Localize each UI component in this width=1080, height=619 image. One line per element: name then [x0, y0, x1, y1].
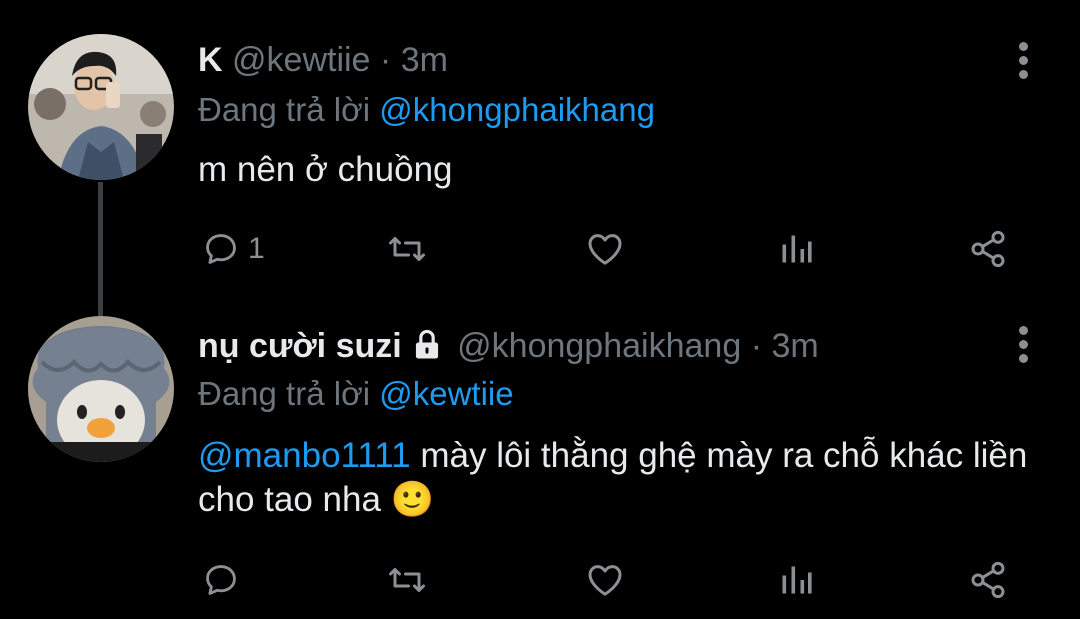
- separator: ·: [750, 327, 763, 365]
- analytics-icon: [782, 235, 812, 263]
- tweet-text: m nên ở chuồng: [198, 150, 453, 189]
- display-name[interactable]: nụ cười suzi: [198, 327, 402, 365]
- like-button[interactable]: [584, 224, 626, 274]
- share-button[interactable]: [968, 555, 1008, 605]
- smile-emoji: 🙂: [390, 480, 435, 519]
- action-bar: [198, 555, 1028, 605]
- reply-button[interactable]: [202, 555, 248, 605]
- retweet-icon: [389, 568, 425, 592]
- display-name[interactable]: K: [198, 41, 223, 79]
- analytics-button[interactable]: [778, 224, 814, 274]
- replying-to: Đang trả lời @khongphaikhang: [198, 90, 655, 130]
- share-icon: [971, 561, 1005, 599]
- reply-icon: [206, 234, 236, 264]
- analytics-button[interactable]: [778, 555, 814, 605]
- separator: ·: [379, 41, 392, 79]
- reply-button[interactable]: 1: [202, 224, 265, 274]
- replying-prefix: Đang trả lời: [198, 375, 371, 412]
- profile-photo: [28, 34, 174, 180]
- tweet-2[interactable]: nụ cười suzi @khongphaikhang · 3m Đang t…: [0, 300, 1080, 619]
- like-button[interactable]: [584, 555, 626, 605]
- username[interactable]: @kewtiie: [232, 41, 370, 79]
- heart-icon: [588, 565, 622, 596]
- avatar[interactable]: [28, 316, 174, 462]
- retweet-icon: [389, 237, 425, 261]
- action-bar: 1: [198, 224, 1028, 274]
- profile-photo: [28, 316, 174, 462]
- reply-icon: [206, 565, 236, 595]
- retweet-button[interactable]: [386, 555, 428, 605]
- thread-line: [98, 182, 103, 318]
- tweet-text: @manbo1111 mày lôi thằng ghệ mày ra chỗ …: [198, 434, 1038, 522]
- more-options-icon[interactable]: [1016, 326, 1030, 368]
- more-options-icon[interactable]: [1016, 42, 1030, 84]
- heart-icon: [588, 234, 622, 265]
- retweet-button[interactable]: [386, 224, 428, 274]
- lock-icon: [412, 329, 442, 370]
- replying-to: Đang trả lời @kewtiie: [198, 374, 514, 414]
- tweet-header: nụ cười suzi @khongphaikhang · 3m: [198, 326, 819, 370]
- share-button[interactable]: [968, 224, 1008, 274]
- mention-link[interactable]: @manbo1111: [198, 436, 411, 475]
- timestamp[interactable]: 3m: [401, 41, 448, 79]
- timestamp[interactable]: 3m: [771, 327, 818, 365]
- share-icon: [971, 230, 1005, 268]
- reply-count: 1: [248, 232, 265, 265]
- replying-to-link[interactable]: @khongphaikhang: [379, 91, 655, 128]
- analytics-icon: [782, 566, 812, 594]
- replying-to-link[interactable]: @kewtiie: [379, 375, 513, 412]
- tweet-1[interactable]: K @kewtiie · 3m Đang trả lời @khongphaik…: [0, 0, 1080, 318]
- tweet-header: K @kewtiie · 3m: [198, 40, 448, 80]
- avatar[interactable]: [28, 34, 174, 180]
- replying-prefix: Đang trả lời: [198, 91, 371, 128]
- username[interactable]: @khongphaikhang: [457, 327, 741, 365]
